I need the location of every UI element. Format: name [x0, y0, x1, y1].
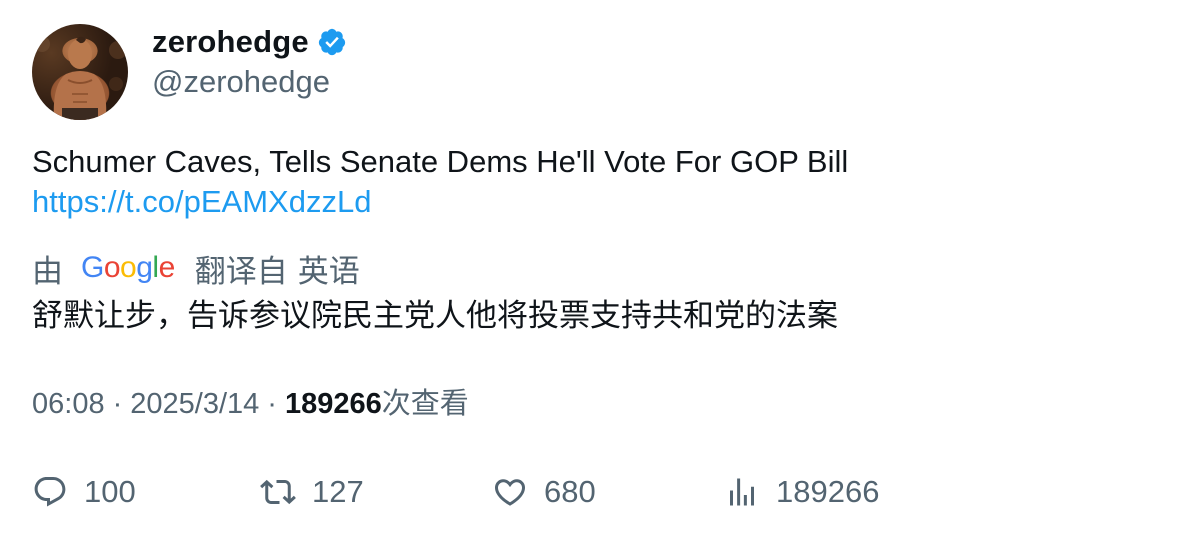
translation-from-label: 翻译自	[194, 253, 288, 289]
heart-icon	[494, 479, 526, 506]
author-display-name[interactable]: zerohedge	[152, 24, 309, 60]
views-label: 次查看	[381, 388, 469, 420]
tweet-link[interactable]: https://t.co/pEAMXdzzLd	[32, 182, 371, 222]
author-name-row[interactable]: zerohedge	[152, 22, 347, 62]
avatar[interactable]	[32, 24, 128, 120]
tweet-text: Schumer Caves, Tells Senate Dems He'll V…	[32, 144, 849, 179]
retweet-button[interactable]: 127	[260, 470, 364, 514]
reply-count: 100	[84, 474, 136, 509]
analytics-icon	[730, 478, 754, 506]
author-handle[interactable]: @zerohedge	[152, 64, 330, 100]
google-logo[interactable]: Google	[81, 251, 175, 285]
reply-button[interactable]: 100	[32, 470, 136, 514]
translated-text: 舒默让步，告诉参议院民主党人他将投票支持共和党的法案	[32, 298, 838, 333]
retweet-count: 127	[312, 474, 364, 509]
like-count: 680	[544, 474, 596, 509]
tweet-date[interactable]: 2025/3/14	[130, 384, 259, 424]
meta-separator: ·	[267, 388, 277, 420]
views-button[interactable]: 189266	[724, 470, 879, 514]
tweet-meta: 06:08 · 2025/3/14 · 189266 次查看	[32, 384, 469, 424]
views-count: 189266	[284, 388, 382, 420]
views-action-count: 189266	[776, 474, 880, 509]
retweet-icon	[260, 479, 296, 505]
avatar-image	[34, 36, 127, 120]
verified-badge-icon	[317, 27, 347, 57]
reply-icon	[34, 477, 66, 507]
translation-by-label: 由	[32, 253, 63, 289]
tweet-card: zerohedge @zerohedge Schumer Caves, Tell…	[0, 0, 1196, 538]
meta-separator: ·	[112, 388, 123, 420]
tweet-time[interactable]: 06:08	[32, 384, 105, 424]
like-button[interactable]: 680	[492, 470, 596, 514]
translation-source-language: 英语	[297, 253, 360, 289]
translation-attribution: 由 Google 翻译自 英语	[32, 248, 360, 289]
